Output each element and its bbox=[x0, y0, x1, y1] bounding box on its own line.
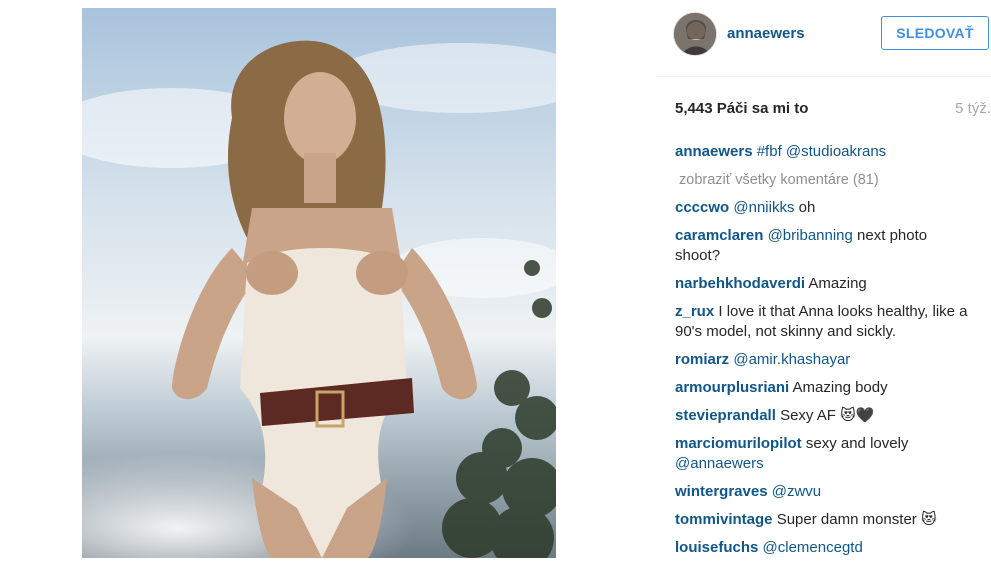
comment-item: z_rux I love it that Anna looks healthy,… bbox=[675, 302, 975, 342]
photo-illustration bbox=[82, 8, 556, 558]
post-header: annaewers SLEDOVAŤ bbox=[657, 0, 991, 77]
post-photo[interactable] bbox=[82, 8, 556, 558]
comment-item: narbehkhodaverdi Amazing bbox=[675, 274, 975, 294]
post-time[interactable]: 5 týž. bbox=[955, 100, 991, 117]
comment-username[interactable]: narbehkhodaverdi bbox=[675, 275, 805, 292]
comment-item: romiarz @amir.khashayar bbox=[675, 350, 975, 370]
mention-link[interactable]: @nniikks bbox=[733, 199, 794, 216]
comment-text: @nniikks oh bbox=[733, 199, 816, 216]
mention-link[interactable]: @annaewers bbox=[675, 455, 764, 472]
caption-username[interactable]: annaewers bbox=[675, 143, 753, 160]
likes-count[interactable]: 5,443 Páči sa mi to bbox=[675, 100, 808, 117]
comment-item: caramclaren @bribanning next photo shoot… bbox=[675, 226, 975, 266]
comment-item: wintergraves @zwvu bbox=[675, 482, 975, 502]
comment-username[interactable]: wintergraves bbox=[675, 483, 768, 500]
comment-item: tommivintage Super damn monster 😻 bbox=[675, 510, 975, 530]
mention-link[interactable]: @clemencegtd bbox=[763, 539, 863, 556]
mention-link[interactable]: @bribanning bbox=[768, 227, 853, 244]
avatar[interactable] bbox=[673, 12, 717, 56]
comment-item: ccccwo @nniikks oh bbox=[675, 198, 975, 218]
comment-item: armourplusriani Amazing body bbox=[675, 378, 975, 398]
comment-username[interactable]: tommivintage bbox=[675, 511, 773, 528]
comment-username[interactable]: ccccwo bbox=[675, 199, 729, 216]
username-link[interactable]: annaewers bbox=[727, 25, 805, 42]
view-all-comments-link[interactable]: zobraziť všetky komentáre (81) bbox=[679, 170, 975, 190]
comment-item: louisefuchs @clemencegtd bbox=[675, 538, 975, 558]
comment-username[interactable]: caramclaren bbox=[675, 227, 763, 244]
comment-text: Sexy AF 😻🖤 bbox=[780, 407, 875, 424]
comment-text: I love it that Anna looks healthy, like … bbox=[675, 303, 968, 340]
comment-text: @zwvu bbox=[772, 483, 821, 500]
follow-button[interactable]: SLEDOVAŤ bbox=[881, 16, 989, 50]
comment-text: Amazing bbox=[808, 275, 867, 292]
avatar-image bbox=[674, 13, 716, 55]
mention-link[interactable]: @amir.khashayar bbox=[733, 351, 850, 368]
comment-username[interactable]: stevieprandall bbox=[675, 407, 776, 424]
comment-text: @amir.khashayar bbox=[733, 351, 850, 368]
comment-text: Super damn monster 😻 bbox=[776, 511, 937, 528]
comment-username[interactable]: marciomurilopilot bbox=[675, 435, 802, 452]
comment-username[interactable]: z_rux bbox=[675, 303, 714, 320]
comment-username[interactable]: armourplusriani bbox=[675, 379, 789, 396]
comment-item: marciomurilopilot sexy and lovely @annae… bbox=[675, 434, 975, 474]
comment-text: Amazing body bbox=[792, 379, 888, 396]
comment-username[interactable]: louisefuchs bbox=[675, 539, 758, 556]
mention-link[interactable]: @zwvu bbox=[772, 483, 821, 500]
post-sidebar: annaewers SLEDOVAŤ 5,443 Páči sa mi to 5… bbox=[657, 0, 991, 558]
post-stats: 5,443 Páči sa mi to 5 týž. bbox=[675, 100, 991, 120]
caption: annaewers #fbf @studioakrans bbox=[675, 142, 975, 162]
comment-username[interactable]: romiarz bbox=[675, 351, 729, 368]
caption-text[interactable]: #fbf @studioakrans bbox=[757, 143, 886, 160]
comment-text: @clemencegtd bbox=[763, 539, 863, 556]
comment-item: stevieprandall Sexy AF 😻🖤 bbox=[675, 406, 975, 426]
comments-list: annaewers #fbf @studioakrans zobraziť vš… bbox=[675, 142, 975, 566]
